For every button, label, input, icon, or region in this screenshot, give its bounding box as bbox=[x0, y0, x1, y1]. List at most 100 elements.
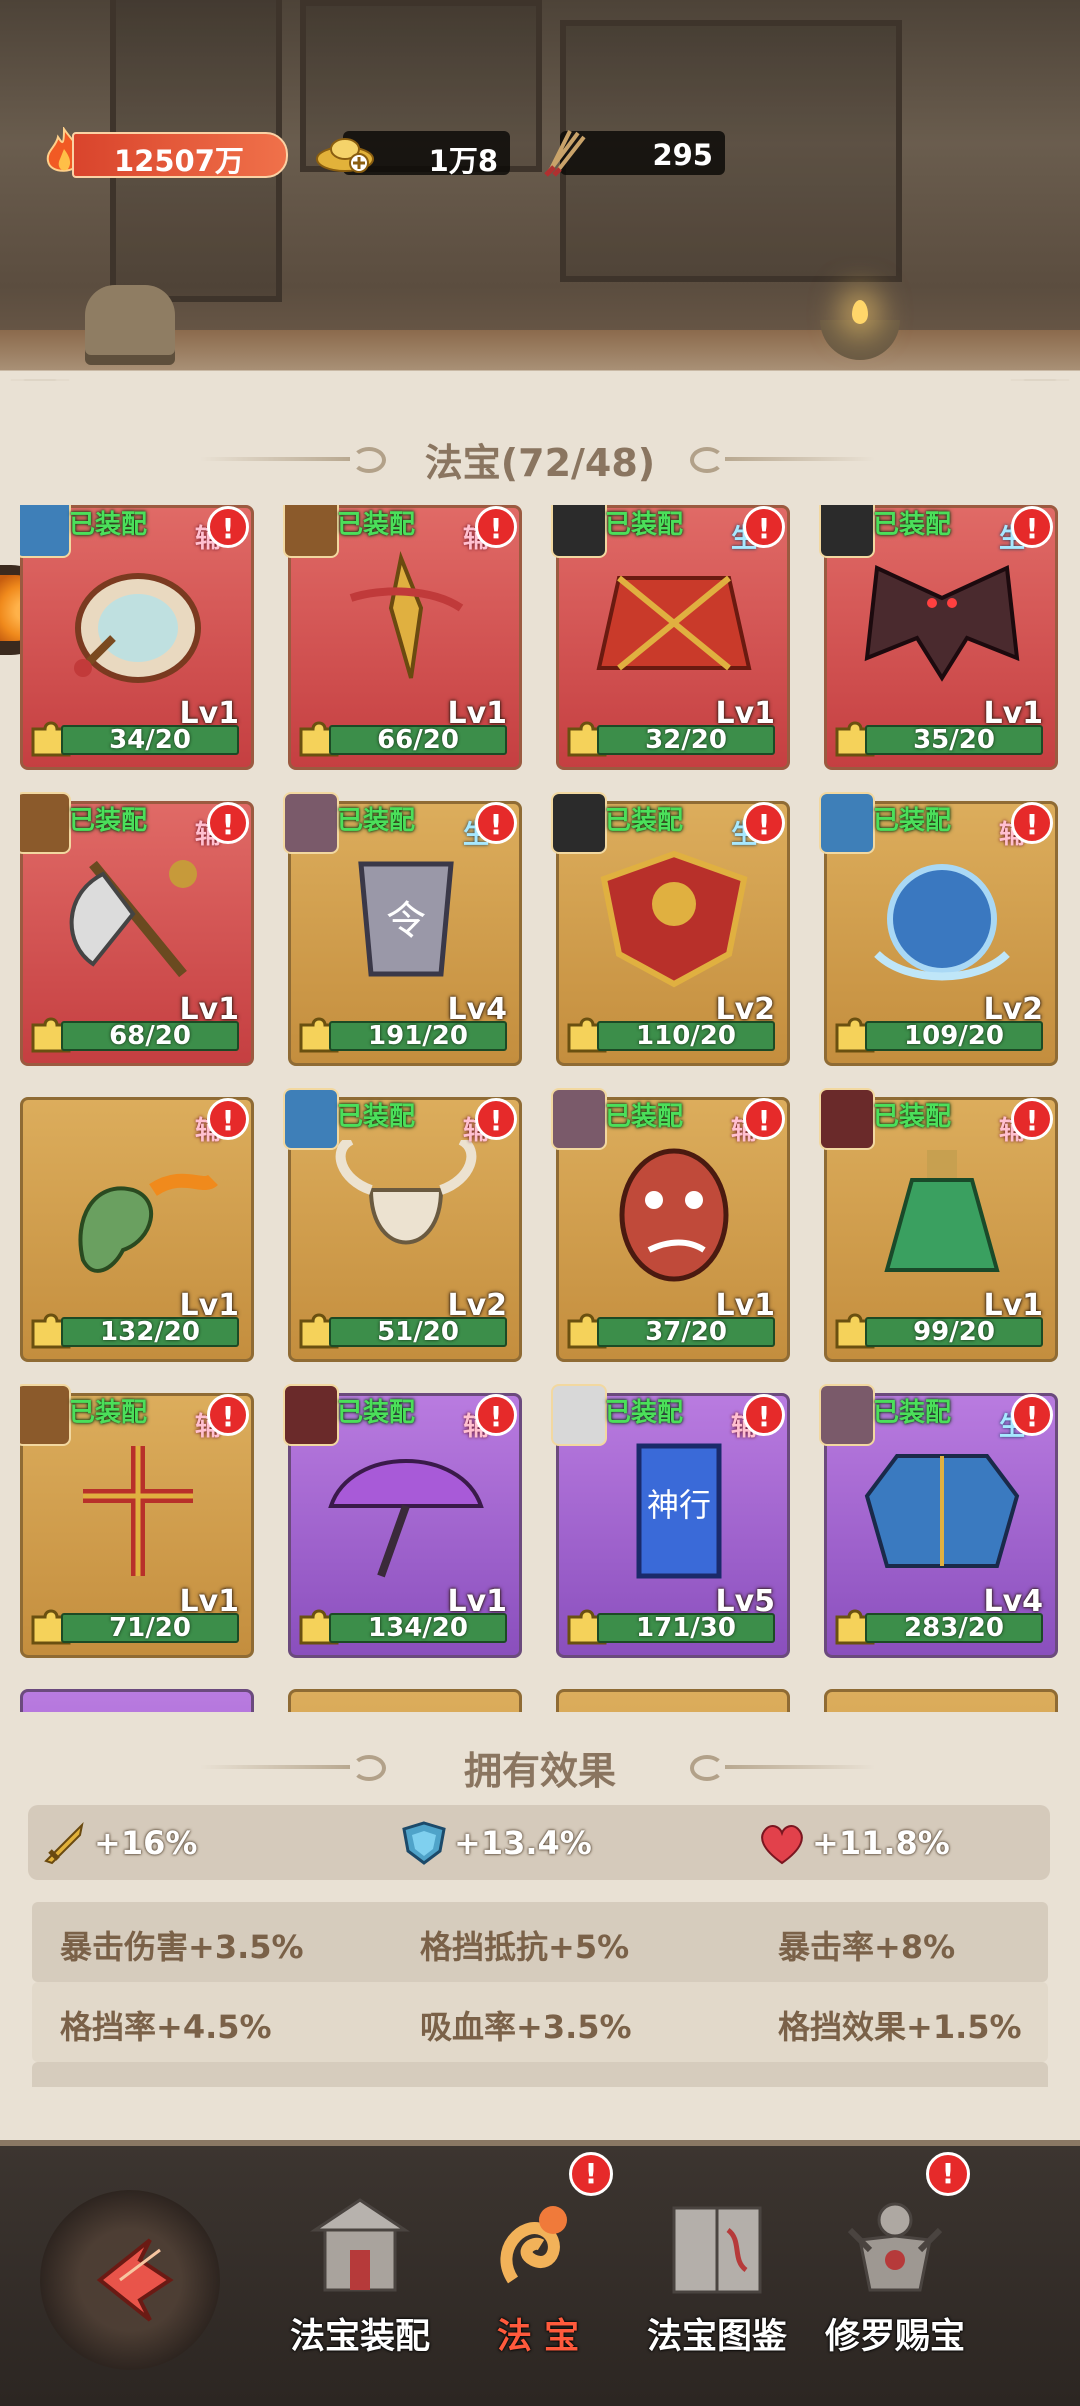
equipped-tag: 已装配 bbox=[873, 806, 952, 836]
shenxing-banner-icon: 神行 bbox=[636, 1443, 722, 1579]
lamp-flame bbox=[852, 300, 868, 324]
equipped-tag: 已装配 bbox=[605, 806, 684, 836]
scene-background bbox=[0, 0, 1080, 410]
potion-bottle-icon bbox=[884, 1150, 1000, 1272]
fragment-progress: 32/20 bbox=[597, 725, 775, 755]
arrows-display: 295 bbox=[540, 127, 725, 177]
asura-icon bbox=[847, 2202, 943, 2292]
treasure-grid: 已装配辅! Lv1 34/20 已装配辅! Lv1 66/20 已装配生! Lv1 32/20 已… bbox=[20, 505, 1060, 1715]
alert-badge: ! bbox=[1011, 1394, 1053, 1436]
treasure-card[interactable]: 已装配辅! Lv1 68/20 bbox=[20, 792, 254, 1066]
attack-bonus: +16% bbox=[40, 1821, 197, 1865]
treasure-card[interactable]: 已装配生! Lv1 32/20 bbox=[551, 505, 790, 770]
fragment-progress: 51/20 bbox=[329, 1317, 507, 1347]
arrows-icon bbox=[544, 130, 586, 177]
equipped-tag: 已装配 bbox=[873, 510, 952, 540]
opera-mask-icon bbox=[619, 1148, 729, 1282]
treasure-card[interactable]: 已装配生! Lv4 283/20 bbox=[819, 1384, 1058, 1658]
battle-axe-icon bbox=[69, 860, 197, 978]
effects-summary: +16% +13.4% +11.8% bbox=[28, 1805, 1050, 1880]
fragment-progress: 109/20 bbox=[865, 1021, 1043, 1051]
alert-badge: ! bbox=[207, 1394, 249, 1436]
treasure-card[interactable]: 已装配辅! Lv2 109/20 bbox=[819, 792, 1058, 1066]
banner-text: 神行 bbox=[647, 1486, 711, 1524]
swirl-ornament bbox=[690, 447, 724, 473]
fragment-progress: 37/20 bbox=[597, 1317, 775, 1347]
fragment-progress: 66/20 bbox=[329, 725, 507, 755]
equipped-tag: 已装配 bbox=[337, 1398, 416, 1428]
stat-row: 暴击伤害+3.5% 格挡抵抗+5% 暴击率+8% bbox=[32, 1902, 1048, 1982]
cloud-trim bbox=[0, 350, 1080, 410]
fragment-progress: 132/20 bbox=[61, 1317, 239, 1347]
tab-treasure[interactable]: ! 法 宝 bbox=[453, 2152, 623, 2360]
fragment-progress: 35/20 bbox=[865, 725, 1043, 755]
alert-badge: ! bbox=[743, 802, 785, 844]
vajra-dagger-icon bbox=[349, 551, 464, 679]
shrine-icon bbox=[310, 2198, 410, 2292]
tab-treasure-equip[interactable]: 法宝装配 bbox=[275, 2180, 445, 2360]
alert-badge: ! bbox=[207, 802, 249, 844]
tab-label: 法宝装配 bbox=[289, 2317, 430, 2357]
alert-badge: ! bbox=[743, 506, 785, 548]
health-bonus: +11.8% bbox=[758, 1821, 950, 1865]
treasure-grid-viewport[interactable]: 已装配辅! Lv1 34/20 已装配辅! Lv1 66/20 已装配生! Lv1 32/20 已… bbox=[20, 505, 1060, 1715]
arrows-value: 295 bbox=[652, 138, 713, 172]
alert-badge: ! bbox=[1011, 1098, 1053, 1140]
fragment-progress: 134/20 bbox=[329, 1613, 507, 1643]
treasure-card[interactable]: 已装配辅! Lv1 37/20 bbox=[551, 1088, 790, 1362]
treasure-card[interactable]: 已装配辅! Lv1 34/20 bbox=[20, 505, 254, 770]
treasure-section-title: 法宝(72/48) bbox=[424, 441, 656, 485]
treasure-card[interactable]: 已装配辅! Lv1 134/20 bbox=[283, 1384, 522, 1658]
tab-label: 修罗赐宝 bbox=[824, 2317, 965, 2357]
alert-badge: ! bbox=[207, 1098, 249, 1140]
effects-stat-table[interactable]: 暴击伤害+3.5% 格挡抵抗+5% 暴击率+8% 格挡率+4.5% 吸血率+3.… bbox=[32, 1902, 1048, 2087]
alert-badge: ! bbox=[1011, 506, 1053, 548]
fragment-progress: 99/20 bbox=[865, 1317, 1043, 1347]
fragment-progress: 34/20 bbox=[61, 725, 239, 755]
equipped-tag: 已装配 bbox=[337, 510, 416, 540]
equipped-tag: 已装配 bbox=[605, 510, 684, 540]
treasure-card[interactable]: 已装配辅! Lv1 71/20 bbox=[20, 1384, 254, 1658]
alert-badge: ! bbox=[207, 506, 249, 548]
gold-display[interactable]: 1万8 bbox=[315, 127, 510, 178]
treasure-card[interactable]: 已装配生! Lv2 110/20 bbox=[551, 792, 790, 1066]
treasure-card[interactable]: 神行 已装配辅! Lv5 171/30 bbox=[551, 1384, 790, 1658]
equipped-tag: 已装配 bbox=[337, 806, 416, 836]
alert-badge: ! bbox=[475, 1394, 517, 1436]
back-button[interactable] bbox=[40, 2190, 220, 2370]
fragment-progress: 68/20 bbox=[61, 1021, 239, 1051]
treasure-card[interactable]: 已装配辅! Lv2 51/20 bbox=[283, 1088, 522, 1362]
alert-badge: ! bbox=[475, 802, 517, 844]
stat-row: 格挡率+4.5% 吸血率+3.5% 格挡效果+1.5% bbox=[32, 1982, 1048, 2062]
fragment-progress: 71/20 bbox=[61, 1613, 239, 1643]
equipped-tag: 已装配 bbox=[69, 1398, 148, 1428]
alert-badge: ! bbox=[743, 1098, 785, 1140]
stat-lifesteal: 吸血率+3.5% bbox=[420, 2008, 632, 2046]
tab-label: 法 宝 bbox=[496, 2317, 580, 2357]
power-display: 12507万 bbox=[42, 127, 290, 178]
gold-ingot-icon bbox=[316, 138, 374, 173]
tab-label: 法宝图鉴 bbox=[646, 2317, 787, 2357]
gold-value: 1万8 bbox=[428, 144, 498, 178]
treasure-card[interactable]: 已装配生! Lv1 35/20 bbox=[819, 505, 1058, 770]
tab-asura-gift[interactable]: ! 修罗赐宝 bbox=[810, 2152, 980, 2360]
treasure-card[interactable]: 已装配辅! Lv1 99/20 bbox=[819, 1088, 1058, 1362]
blue-robe-icon bbox=[864, 1454, 1020, 1568]
swirl-ornament bbox=[690, 1755, 724, 1781]
alert-badge: ! bbox=[475, 1098, 517, 1140]
equipped-tag: 已装配 bbox=[605, 1102, 684, 1132]
bat-wings-icon bbox=[864, 565, 1020, 682]
drum-icon bbox=[74, 573, 201, 683]
alert-badge: ! bbox=[1011, 802, 1053, 844]
stat-row bbox=[32, 2062, 1048, 2087]
water-orb-icon bbox=[874, 864, 1010, 981]
purple-umbrella-icon bbox=[328, 1459, 484, 1578]
treasure-card[interactable]: 辅! Lv1 132/20 bbox=[20, 1097, 254, 1362]
treasure-card[interactable]: 已装配辅! Lv1 66/20 bbox=[283, 505, 522, 770]
fragment-progress: 171/30 bbox=[597, 1613, 775, 1643]
cloud-swirl-icon bbox=[500, 2206, 567, 2284]
alert-badge: ! bbox=[475, 506, 517, 548]
equipped-tag: 已装配 bbox=[69, 806, 148, 836]
tab-treasure-codex[interactable]: 法宝图鉴 bbox=[632, 2180, 802, 2360]
treasure-card[interactable]: 令已装配生! Lv4 191/20 bbox=[283, 792, 522, 1066]
